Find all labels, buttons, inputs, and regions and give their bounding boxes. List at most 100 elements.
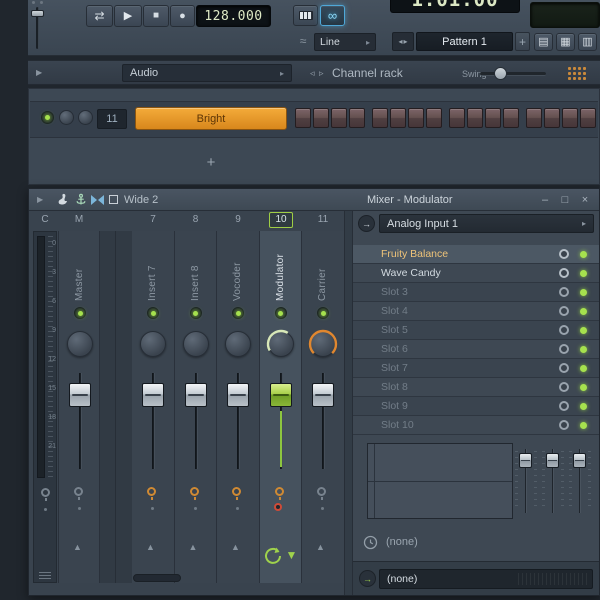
slot-mix-knob[interactable] bbox=[559, 344, 569, 354]
stop-button[interactable]: ■ bbox=[143, 5, 169, 27]
minimize-icon[interactable]: – bbox=[537, 193, 553, 207]
track-enable-led[interactable] bbox=[74, 307, 86, 319]
step-button[interactable] bbox=[503, 108, 519, 128]
audio-input-icon[interactable]: → bbox=[358, 215, 375, 232]
master-volume-slider[interactable] bbox=[30, 1, 46, 53]
fader-handle[interactable] bbox=[519, 453, 532, 468]
mixer-track-master[interactable]: Master ▲ bbox=[58, 231, 100, 583]
mixer-track-7[interactable]: Insert 7 ▲ bbox=[132, 231, 175, 583]
fx-slot-6[interactable]: Slot 6 bbox=[353, 340, 599, 359]
add-pattern-button[interactable]: + bbox=[515, 32, 530, 51]
tempo-display[interactable]: 128.000 bbox=[196, 5, 271, 27]
track-enable-led[interactable] bbox=[147, 307, 159, 319]
slot-enable-led[interactable] bbox=[580, 270, 587, 277]
track-header-7[interactable]: 7 bbox=[145, 214, 161, 225]
step-button[interactable] bbox=[408, 108, 424, 128]
step-button[interactable] bbox=[580, 108, 596, 128]
spinner-left-icon[interactable]: ◂ bbox=[398, 37, 402, 46]
track-enable-led[interactable] bbox=[189, 307, 202, 319]
slot-mix-knob[interactable] bbox=[559, 363, 569, 373]
step-button[interactable] bbox=[449, 108, 465, 128]
step-button[interactable] bbox=[390, 108, 406, 128]
clock-icon[interactable] bbox=[363, 535, 378, 550]
pattern-spinner[interactable]: ◂ ▸ bbox=[392, 32, 414, 51]
audio-output-icon[interactable]: → bbox=[359, 570, 376, 587]
slot-mix-knob[interactable] bbox=[559, 268, 569, 278]
pan-knob[interactable] bbox=[225, 331, 251, 357]
horizontal-scrollbar[interactable] bbox=[133, 574, 181, 582]
fx-slot-2[interactable]: Wave Candy bbox=[353, 264, 599, 283]
fader-handle[interactable] bbox=[573, 453, 586, 468]
pan-knob[interactable] bbox=[67, 331, 93, 357]
channel-group-selector[interactable]: Audio ▸ bbox=[122, 64, 292, 82]
step-button[interactable] bbox=[349, 108, 365, 128]
slot-enable-led[interactable] bbox=[580, 289, 587, 296]
mixer-track-10-modulator[interactable]: Modulator ▼ bbox=[259, 231, 302, 583]
anchor-icon[interactable] bbox=[74, 193, 88, 207]
add-channel-button[interactable]: + bbox=[199, 153, 223, 173]
eq-band-fader-high[interactable] bbox=[569, 444, 591, 520]
fx-slot-9[interactable]: Slot 9 bbox=[353, 397, 599, 416]
arm-icon[interactable] bbox=[41, 488, 50, 501]
mixer-layout-label[interactable]: Wide 2 bbox=[124, 194, 158, 206]
workspace-layout-button-3[interactable]: ▥ bbox=[578, 33, 597, 51]
slot-enable-led[interactable] bbox=[580, 403, 587, 410]
slot-enable-led[interactable] bbox=[580, 384, 587, 391]
square-icon[interactable] bbox=[109, 195, 118, 204]
up-arrow-icon[interactable]: ▲ bbox=[189, 543, 198, 552]
track-header-11[interactable]: 11 bbox=[314, 214, 332, 225]
slot-enable-led[interactable] bbox=[580, 365, 587, 372]
track-enable-led[interactable] bbox=[317, 307, 329, 319]
typing-keyboard-button[interactable] bbox=[293, 5, 318, 26]
route-down-arrow-icon[interactable]: ▼ bbox=[286, 549, 298, 561]
midi-link-button[interactable]: ∞ bbox=[320, 5, 345, 26]
fx-slot-10[interactable]: Slot 10 bbox=[353, 416, 599, 435]
loop-record-button[interactable]: ⇄ bbox=[86, 5, 113, 27]
channel-name-button[interactable]: Bright bbox=[135, 107, 287, 130]
eq-band-fader-low[interactable] bbox=[515, 444, 537, 520]
audio-input-selector[interactable]: Analog Input 1 ▸ bbox=[379, 214, 594, 233]
mixer-track-8[interactable]: Insert 8 ▲ bbox=[174, 231, 217, 583]
slot-mix-knob[interactable] bbox=[559, 306, 569, 316]
track-enable-led[interactable] bbox=[232, 307, 244, 319]
swan-icon[interactable] bbox=[55, 192, 70, 207]
volume-fader-selected[interactable] bbox=[269, 383, 292, 407]
pan-knob[interactable] bbox=[182, 331, 209, 357]
record-ring-icon[interactable] bbox=[273, 503, 282, 511]
track-header-8[interactable]: 8 bbox=[187, 214, 204, 225]
fx-slot-3[interactable]: Slot 3 bbox=[353, 283, 599, 302]
track-header-9[interactable]: 9 bbox=[229, 214, 247, 225]
track-header-10-selected[interactable]: 10 bbox=[269, 212, 293, 228]
volume-fader[interactable] bbox=[69, 383, 91, 407]
time-control-value[interactable]: (none) bbox=[386, 536, 418, 548]
slot-mix-knob[interactable] bbox=[559, 287, 569, 297]
step-button[interactable] bbox=[467, 108, 483, 128]
volume-fader[interactable] bbox=[142, 383, 164, 407]
arm-icon[interactable] bbox=[74, 487, 83, 500]
eq-band-fader-mid[interactable] bbox=[542, 444, 564, 520]
spinner-right-icon[interactable]: ▸ bbox=[404, 37, 408, 46]
slot-mix-knob[interactable] bbox=[559, 401, 569, 411]
step-button[interactable] bbox=[313, 108, 329, 128]
shape-selector[interactable]: Line ▸ bbox=[314, 33, 376, 51]
slot-enable-led[interactable] bbox=[580, 327, 587, 334]
step-button[interactable] bbox=[372, 108, 388, 128]
fx-slot-4[interactable]: Slot 4 bbox=[353, 302, 599, 321]
play-button[interactable]: ▶ bbox=[114, 5, 142, 27]
fx-slot-5[interactable]: Slot 5 bbox=[353, 321, 599, 340]
channel-volume-knob[interactable] bbox=[78, 110, 93, 125]
fx-slot-7[interactable]: Slot 7 bbox=[353, 359, 599, 378]
track-header-current[interactable]: C bbox=[37, 214, 53, 225]
slot-mix-knob[interactable] bbox=[559, 420, 569, 430]
track-header-master[interactable]: M bbox=[71, 214, 87, 225]
audio-output-selector[interactable]: (none) bbox=[379, 569, 593, 589]
volume-fader[interactable] bbox=[184, 383, 207, 407]
slot-mix-knob[interactable] bbox=[559, 325, 569, 335]
bowtie-icon[interactable] bbox=[91, 195, 104, 205]
pan-knob[interactable] bbox=[140, 331, 166, 357]
arm-icon[interactable] bbox=[189, 487, 199, 500]
step-button[interactable] bbox=[485, 108, 501, 128]
slot-mix-knob[interactable] bbox=[559, 382, 569, 392]
up-arrow-icon[interactable]: ▲ bbox=[316, 543, 325, 552]
arm-icon[interactable] bbox=[274, 487, 284, 500]
